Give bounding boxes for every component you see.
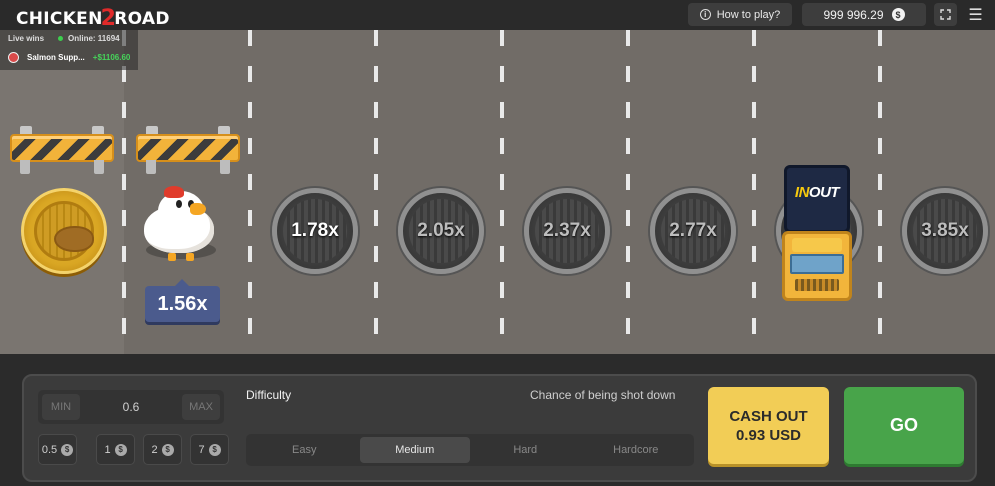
dollar-coin-icon: $: [161, 443, 174, 456]
cash-out-amount: 0.93 USD: [735, 426, 802, 444]
chip-0-5[interactable]: 0.5 $: [38, 434, 77, 465]
truck-obstacle: INOUT: [780, 165, 854, 305]
road-barrier: [136, 126, 240, 174]
manhole-lane-5: 2.37x: [524, 188, 610, 274]
lane-divider: [626, 30, 630, 354]
dollar-coin-icon: $: [114, 443, 127, 456]
bet-amount-field[interactable]: MIN 0.6 MAX: [38, 390, 224, 424]
fullscreen-icon: [940, 9, 951, 20]
balance-display: 999 996.29 $: [802, 3, 926, 26]
dollar-coin-icon: $: [891, 8, 905, 21]
current-multiplier-badge: 1.56x: [145, 279, 220, 322]
balance-value: 999 996.29: [823, 7, 884, 22]
dollar-coin-icon: $: [208, 443, 221, 456]
game-app: CHICKEN2ROAD i How to play? 999 996.29 $…: [0, 0, 995, 486]
menu-button[interactable]: ☰: [964, 3, 987, 26]
difficulty-medium[interactable]: Medium: [359, 437, 470, 463]
min-bet-button[interactable]: MIN: [42, 394, 80, 420]
chance-label: Chance of being shot down: [530, 388, 676, 402]
chicken-player: [142, 186, 222, 267]
multiplier-label: 3.85x: [921, 220, 969, 241]
difficulty-hardcore[interactable]: Hardcore: [581, 437, 692, 463]
lane-divider: [500, 30, 504, 354]
multiplier-label: 2.05x: [417, 220, 465, 241]
info-icon: i: [699, 9, 711, 20]
online-dot-icon: [58, 35, 64, 41]
win-amount: +$1106.60: [92, 52, 131, 62]
manhole-lane-4: 2.05x: [398, 188, 484, 274]
max-bet-button[interactable]: MAX: [182, 394, 220, 420]
live-wins-panel: Live wins Online: 11694 Salmon Supp... +…: [0, 30, 138, 70]
road-barrier: [10, 126, 114, 174]
top-bar: CHICKEN2ROAD i How to play? 999 996.29 $…: [0, 0, 995, 31]
truck-cargo: INOUT: [784, 165, 850, 233]
difficulty-easy[interactable]: Easy: [249, 437, 360, 463]
cash-out-label: CASH OUT: [729, 407, 808, 425]
roast-chicken-coin-icon: [21, 188, 107, 274]
avatar: [8, 51, 19, 63]
lane-divider: [122, 30, 126, 354]
chip-1[interactable]: 1 $: [96, 434, 135, 465]
lane-divider: [248, 30, 252, 354]
lane-divider: [374, 30, 378, 354]
multiplier-label: 2.77x: [669, 220, 717, 241]
logo-text-road: ROAD: [114, 9, 170, 29]
online-count: Online: 11694: [58, 34, 120, 43]
fullscreen-button[interactable]: [934, 3, 957, 26]
bet-value[interactable]: 0.6: [123, 400, 140, 414]
go-button[interactable]: GO: [844, 387, 964, 464]
lane-divider: [752, 30, 756, 354]
winner-name: Salmon Supp...: [27, 52, 85, 62]
live-wins-label: Live wins: [8, 33, 45, 43]
difficulty-selector: Easy Medium Hard Hardcore: [246, 434, 694, 466]
difficulty-label: Difficulty: [246, 388, 292, 402]
game-logo: CHICKEN2ROAD: [16, 5, 170, 31]
cash-out-button[interactable]: CASH OUT 0.93 USD: [708, 387, 829, 464]
logo-text-chicken: CHICKEN: [16, 9, 103, 29]
dollar-coin-icon: $: [61, 443, 74, 456]
chip-2[interactable]: 2 $: [143, 434, 182, 465]
manhole-lane-6: 2.77x: [650, 188, 736, 274]
multiplier-label: 2.37x: [543, 220, 591, 241]
lane-divider: [878, 30, 882, 354]
truck-logo: INOUT: [794, 184, 840, 201]
truck-cab: [782, 231, 852, 301]
recent-win-row: Salmon Supp... +$1106.60: [0, 46, 138, 68]
chip-7[interactable]: 7 $: [190, 434, 229, 465]
how-to-play-button[interactable]: i How to play?: [688, 3, 792, 26]
manhole-lane-8: 3.85x: [902, 188, 988, 274]
multiplier-label: 1.78x: [291, 220, 339, 241]
control-panel: MIN 0.6 MAX 0.5 $ 1 $ 2 $ 7 $ Difficulty Cha…: [22, 374, 977, 482]
manhole-lane-3[interactable]: 1.78x: [272, 188, 358, 274]
logo-text-2: 2: [100, 6, 117, 31]
hamburger-icon: ☰: [968, 6, 983, 24]
difficulty-hard[interactable]: Hard: [470, 437, 581, 463]
how-to-play-label: How to play?: [716, 8, 781, 21]
